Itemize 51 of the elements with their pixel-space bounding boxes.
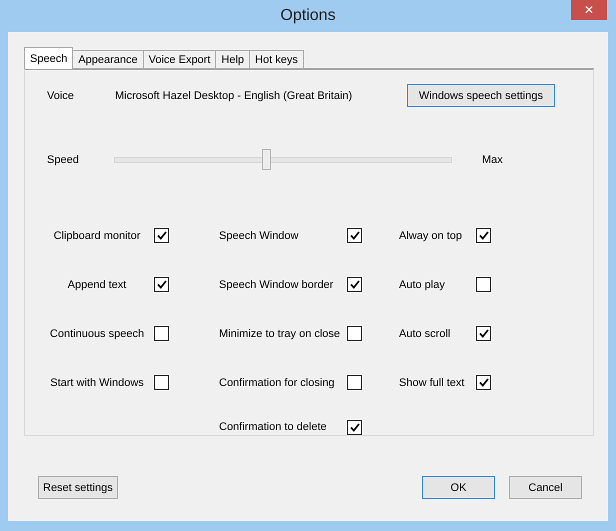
checkmark-icon (478, 378, 488, 387)
checkbox[interactable] (476, 375, 491, 390)
option-label: Speech Window border (219, 278, 334, 290)
checkbox[interactable] (347, 277, 362, 292)
option-label: Start with Windows (49, 376, 145, 388)
checkbox[interactable] (347, 375, 362, 390)
option-label: Show full text (399, 376, 466, 388)
checkbox[interactable] (476, 228, 491, 243)
close-button[interactable]: ✕ (571, 0, 607, 20)
voice-label: Voice (47, 90, 75, 102)
tab[interactable]: Help (215, 50, 250, 69)
cancel-button[interactable]: Cancel (509, 476, 582, 499)
checkbox[interactable] (347, 326, 362, 341)
checkbox[interactable] (476, 326, 491, 341)
checkbox[interactable] (347, 420, 362, 434)
checkbox[interactable] (154, 228, 169, 243)
checkmark-icon (350, 280, 360, 289)
reset-settings-button[interactable]: Reset settings (38, 476, 118, 499)
option-label: Append text (66, 278, 128, 290)
ok-button[interactable]: OK (422, 476, 495, 499)
option-label: Clipboard monitor (52, 230, 142, 242)
option-label: Alway on top (399, 230, 463, 242)
checkmark-icon (478, 231, 488, 240)
window-title: Options (280, 7, 336, 25)
option-label: Auto play (399, 278, 446, 290)
tab[interactable]: Hot keys (249, 50, 304, 69)
checkmark-icon (156, 231, 166, 240)
checkbox[interactable] (476, 277, 491, 292)
speed-label: Speed (47, 154, 79, 166)
tab[interactable]: Appearance (72, 50, 144, 69)
max-label: Max (482, 154, 503, 166)
checkbox[interactable] (154, 326, 169, 341)
checkmark-icon (156, 280, 166, 289)
slider-thumb[interactable] (262, 149, 271, 170)
option-label: Speech Window (219, 230, 300, 242)
checkmark-icon (350, 231, 360, 240)
tab[interactable]: Voice Export (142, 50, 216, 69)
checkbox[interactable] (154, 375, 169, 390)
checkbox[interactable] (347, 228, 362, 243)
voice-value: Microsoft Hazel Desktop - English (Great Britain) (115, 90, 354, 102)
option-label: Auto scroll (399, 328, 452, 340)
tab[interactable]: Speech (24, 47, 74, 69)
option-label: Continuous speech (48, 328, 146, 340)
checkmark-icon (478, 329, 488, 338)
option-label: Confirmation to delete (219, 421, 328, 433)
checkmark-icon (350, 422, 360, 432)
option-label: Minimize to tray on close (219, 328, 342, 340)
option-label: Confirmation for closing (219, 376, 336, 388)
speed-slider[interactable] (114, 149, 452, 170)
checkbox[interactable] (154, 277, 169, 292)
speech-settings-button[interactable]: Windows speech settings (406, 84, 555, 107)
